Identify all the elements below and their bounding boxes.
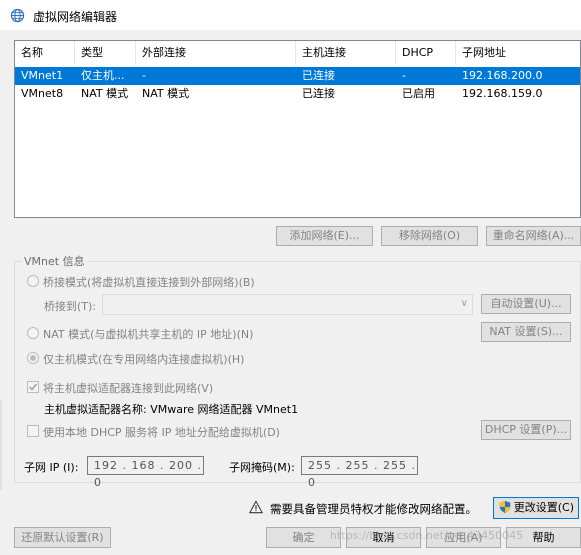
globe-network-icon	[10, 8, 25, 23]
bridged-mode-radio[interactable]	[27, 275, 39, 287]
cell-type: 仅主机...	[81, 69, 125, 82]
subnet-mask-input[interactable]: 255 . 255 . 255 . 0	[301, 456, 418, 489]
cell-host: 已连接	[302, 69, 335, 82]
watermark-text: https://blog.csdn.net/qq_43450045	[330, 529, 524, 542]
vmnet-info-label: VMnet 信息	[22, 253, 87, 269]
nat-mode-radio[interactable]	[27, 327, 39, 339]
cell-dhcp: 已启用	[402, 87, 435, 100]
connect-adapter-checkbox[interactable]	[27, 381, 39, 393]
restore-defaults-button[interactable]: 还原默认设置(R)	[14, 527, 111, 548]
table-row[interactable]: VMnet1 仅主机... - 已连接 - 192.168.200.0	[15, 67, 580, 85]
cell-host: 已连接	[302, 87, 335, 100]
admin-notice: 需要具备管理员特权才能修改网络配置。	[270, 502, 477, 516]
bridged-mode-label: 桥接模式(将虚拟机直接连接到外部网络)(B)	[43, 276, 255, 289]
network-list[interactable]: 名称 类型 外部连接 主机连接 DHCP 子网地址 VMnet1 仅主机... …	[14, 40, 581, 218]
uac-shield-icon	[499, 500, 511, 514]
bridge-to-select[interactable]: ∨	[102, 294, 473, 315]
change-settings-label: 更改设置(C)	[513, 501, 574, 514]
column-header-external[interactable]: 外部连接	[136, 41, 296, 65]
window-title: 虚拟网络编辑器	[33, 10, 118, 24]
use-dhcp-checkbox[interactable]	[27, 425, 39, 437]
chevron-down-icon: ∨	[460, 298, 468, 309]
nat-settings-button[interactable]: NAT 设置(S)...	[481, 322, 571, 342]
rename-network-button[interactable]: 重命名网络(A)...	[486, 226, 581, 246]
column-header-type[interactable]: 类型	[75, 41, 136, 65]
virtual-network-editor-window: 虚拟网络编辑器 名称 类型 外部连接 主机连接 DHCP 子网地址 VMnet1…	[0, 0, 581, 555]
cell-external: -	[142, 69, 146, 82]
cell-name: VMnet1	[21, 69, 64, 82]
column-header-subnet[interactable]: 子网地址	[456, 41, 581, 65]
column-header-host[interactable]: 主机连接	[296, 41, 396, 65]
use-dhcp-label: 使用本地 DHCP 服务将 IP 地址分配给虚拟机(D)	[43, 426, 280, 439]
subnet-mask-label: 子网掩码(M):	[229, 461, 295, 474]
title-bar: 虚拟网络编辑器	[0, 0, 581, 30]
add-network-button[interactable]: 添加网络(E)...	[276, 226, 373, 246]
cell-external: NAT 模式	[142, 87, 190, 100]
subnet-ip-label: 子网 IP (I):	[24, 461, 79, 474]
column-header-name[interactable]: 名称	[15, 41, 75, 65]
cell-dhcp: -	[402, 69, 406, 82]
table-row[interactable]: VMnet8 NAT 模式 NAT 模式 已连接 已启用 192.168.159…	[15, 85, 580, 103]
cell-subnet: 192.168.159.0	[462, 87, 543, 100]
auto-settings-button[interactable]: 自动设置(U)...	[481, 294, 571, 314]
checkmark-icon	[29, 383, 38, 391]
host-only-mode-label: 仅主机模式(在专用网络内连接虚拟机)(H)	[43, 353, 245, 366]
cell-name: VMnet8	[21, 87, 64, 100]
bridge-to-label: 桥接到(T):	[44, 300, 97, 313]
connect-adapter-label: 将主机虚拟适配器连接到此网络(V)	[43, 382, 214, 395]
nat-mode-label: NAT 模式(与虚拟机共享主机的 IP 地址)(N)	[43, 328, 254, 341]
cell-type: NAT 模式	[81, 87, 129, 100]
cell-subnet: 192.168.200.0	[462, 69, 543, 82]
remove-network-button[interactable]: 移除网络(O)	[381, 226, 478, 246]
warning-icon	[249, 500, 263, 514]
left-edge-divider	[0, 400, 2, 490]
column-header-dhcp[interactable]: DHCP	[396, 41, 456, 65]
dhcp-settings-button[interactable]: DHCP 设置(P)...	[481, 420, 571, 440]
adapter-name-label: 主机虚拟适配器名称: VMware 网络适配器 VMnet1	[44, 403, 299, 416]
subnet-ip-input[interactable]: 192 . 168 . 200 . 0	[87, 456, 204, 489]
list-header: 名称 类型 外部连接 主机连接 DHCP 子网地址	[15, 41, 580, 65]
host-only-mode-radio[interactable]	[27, 352, 39, 364]
